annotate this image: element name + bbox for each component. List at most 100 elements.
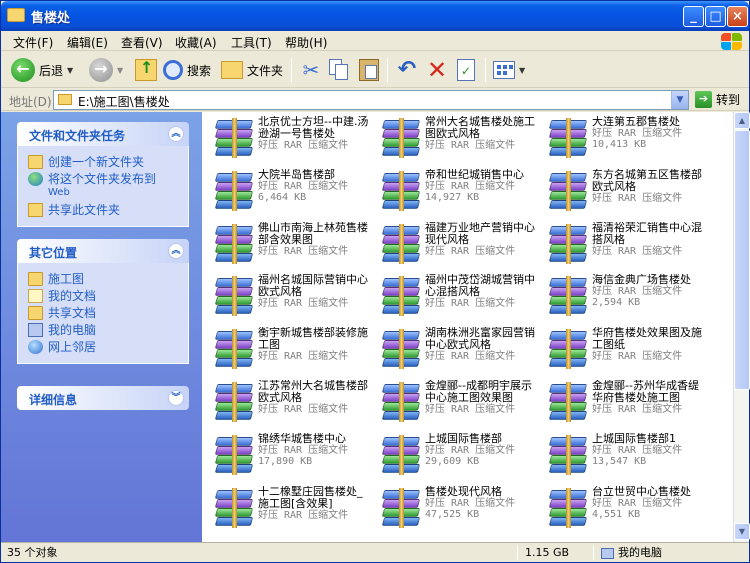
file-size: 14,927 KB	[425, 191, 480, 203]
file-size: 29,609 KB	[425, 455, 480, 467]
explorer-window: 售楼处 _ □ × 文件(F) 编辑(E) 查看(V) 收藏(A) 工具(T) …	[0, 0, 750, 563]
search-button[interactable]: 搜索	[163, 56, 211, 84]
file-item[interactable]: 北京优士方坦--中建.汤逊湖一号售楼处 好压 RAR 压缩文件	[208, 114, 375, 162]
scroll-thumb[interactable]	[734, 130, 750, 390]
details-header[interactable]: 详细信息 ︾	[17, 386, 189, 410]
rar-archive-icon	[546, 118, 590, 158]
place-my-computer[interactable]: 我的电脑	[28, 323, 188, 337]
status-size: 1.15 GB	[525, 546, 570, 559]
file-name: 上城国际售楼部	[425, 432, 502, 445]
file-item[interactable]: 福州名城国际营销中心欧式风格 好压 RAR 压缩文件	[208, 272, 375, 320]
task-new-folder[interactable]: 创建一个新文件夹	[28, 155, 188, 169]
clipboard-icon	[359, 59, 379, 81]
menu-edit[interactable]: 编辑(E)	[67, 34, 108, 51]
file-item[interactable]: 售楼处现代风格 好压 RAR 压缩文件 47,525 KB	[375, 484, 542, 532]
task-share-folder[interactable]: 共享此文件夹	[28, 203, 188, 217]
vertical-scrollbar[interactable]: ▲ ▼	[733, 112, 750, 542]
task-share-label: 共享此文件夹	[48, 203, 121, 217]
file-name: 湖南株洲兆富家园营销中心欧式风格	[425, 327, 535, 352]
file-tasks-header[interactable]: 文件和文件夹任务 ︽	[17, 122, 189, 146]
file-item[interactable]: 上城国际售楼部 好压 RAR 压缩文件 29,609 KB	[375, 431, 542, 479]
file-tasks-panel: 文件和文件夹任务 ︽ 创建一个新文件夹 将这个文件夹发布到 Web 共享此文件夹	[17, 122, 189, 227]
collapse-chevron-icon[interactable]: ︽	[168, 126, 184, 142]
rar-archive-icon	[546, 382, 590, 422]
menu-file[interactable]: 文件(F)	[13, 34, 53, 51]
place-drawings[interactable]: 施工图	[28, 272, 188, 286]
file-size: 6,464 KB	[258, 191, 307, 203]
copy-button[interactable]	[329, 56, 349, 84]
file-type: 好压 RAR 压缩文件	[425, 497, 516, 509]
file-item[interactable]: 佛山市南海上林苑售楼部含效果图 好压 RAR 压缩文件	[208, 220, 375, 268]
forward-button[interactable]: → ▼	[89, 56, 123, 84]
shared-documents-icon	[28, 306, 43, 320]
file-item[interactable]: 华府售楼处效果图及施工图纸 好压 RAR 压缩文件	[542, 325, 709, 373]
expand-chevron-icon[interactable]: ︾	[168, 390, 184, 406]
views-button[interactable]: ▼	[493, 56, 525, 84]
file-item[interactable]: 金煌郦--成都明宇展示中心施工图效果图 好压 RAR 压缩文件	[375, 378, 542, 426]
file-type: 好压 RAR 压缩文件	[592, 192, 683, 204]
file-item[interactable]: 福建万业地产营销中心现代风格 好压 RAR 压缩文件	[375, 220, 542, 268]
place-drawings-label: 施工图	[48, 272, 85, 286]
file-item[interactable]: 大连第五郡售楼处 好压 RAR 压缩文件 10,413 KB	[542, 114, 709, 162]
place-network[interactable]: 网上邻居	[28, 340, 188, 354]
file-item[interactable]: 台立世贸中心售楼处 好压 RAR 压缩文件 4,551 KB	[542, 484, 709, 532]
file-item[interactable]: 江苏常州大名城售楼部欧式风格 好压 RAR 压缩文件	[208, 378, 375, 426]
paste-button[interactable]	[359, 56, 379, 84]
globe-icon	[28, 172, 43, 186]
go-button[interactable]: ➔ 转到	[695, 91, 740, 108]
search-icon	[163, 60, 183, 80]
file-name: 常州大名城售楼处施工图欧式风格	[425, 116, 535, 140]
scroll-up-button[interactable]: ▲	[734, 112, 750, 129]
delete-button[interactable]: ✕	[425, 56, 449, 84]
menu-tools[interactable]: 工具(T)	[231, 34, 272, 51]
file-item[interactable]: 帝和世纪城销售中心 好压 RAR 压缩文件 14,927 KB	[375, 167, 542, 215]
file-type: 好压 RAR 压缩文件	[425, 404, 516, 415]
scroll-down-button[interactable]: ▼	[734, 523, 750, 540]
close-button[interactable]: ×	[727, 6, 748, 27]
file-item[interactable]: 大院半岛售楼部 好压 RAR 压缩文件 6,464 KB	[208, 167, 375, 215]
up-button[interactable]: ↑	[135, 56, 157, 84]
task-publish-web[interactable]: 将这个文件夹发布到 Web	[28, 172, 188, 200]
rar-archive-icon	[212, 170, 256, 211]
address-input[interactable]: E:\施工图\售楼处 ▼	[53, 90, 689, 110]
window-title: 售楼处	[31, 11, 71, 26]
file-item[interactable]: 上城国际售楼部1 好压 RAR 压缩文件 13,547 KB	[542, 431, 709, 479]
place-shared-documents[interactable]: 共享文档	[28, 306, 188, 320]
maximize-button[interactable]: □	[705, 6, 726, 27]
file-type: 好压 RAR 压缩文件	[258, 140, 349, 151]
toolbar-separator	[485, 58, 486, 82]
file-item[interactable]: 常州大名城售楼处施工图欧式风格 好压 RAR 压缩文件	[375, 114, 542, 162]
file-item[interactable]: 福州中茂岱湖城营销中心混搭风格 好压 RAR 压缩文件	[375, 272, 542, 320]
back-button[interactable]: ← 后退 ▼	[11, 56, 73, 84]
file-name: 福州中茂岱湖城营销中心混搭风格	[425, 274, 535, 299]
chevron-down-icon: ▼	[117, 65, 124, 75]
file-item[interactable]: 东方名城第五区售楼部欧式风格 好压 RAR 压缩文件	[542, 167, 709, 215]
menu-view[interactable]: 查看(V)	[121, 34, 163, 51]
file-item[interactable]: 十二橡墅庄园售楼处_施工图[含效果] 好压 RAR 压缩文件	[208, 484, 375, 532]
file-size: 13,547 KB	[592, 455, 647, 467]
address-dropdown-button[interactable]: ▼	[671, 91, 688, 109]
file-item[interactable]: 湖南株洲兆富家园营销中心欧式风格 好压 RAR 压缩文件	[375, 325, 542, 373]
go-label: 转到	[716, 93, 741, 107]
title-bar[interactable]: 售楼处 _ □ ×	[1, 1, 749, 31]
collapse-chevron-icon[interactable]: ︽	[168, 243, 184, 259]
file-item[interactable]: 福清裕荣汇销售中心混搭风格 好压 RAR 压缩文件	[542, 220, 709, 268]
file-item[interactable]: 衡宇新城售楼部装修施工图 好压 RAR 压缩文件	[208, 325, 375, 373]
properties-button[interactable]: ✓	[457, 56, 475, 84]
file-item[interactable]: 金煌郦--苏州华成香缇华府售楼处施工图 好压 RAR 压缩文件	[542, 378, 709, 426]
undo-icon: ↶	[397, 57, 417, 82]
minimize-button[interactable]: _	[683, 6, 704, 27]
file-size: 2,594 KB	[592, 297, 641, 309]
undo-button[interactable]: ↶	[395, 56, 419, 84]
file-item[interactable]: 海信金典广场售楼处 好压 RAR 压缩文件 2,594 KB	[542, 272, 709, 320]
file-type: 好压 RAR 压缩文件	[592, 351, 683, 363]
menu-favorites[interactable]: 收藏(A)	[175, 34, 217, 51]
folders-button[interactable]: 文件夹	[221, 56, 283, 84]
file-type: 好压 RAR 压缩文件	[592, 286, 683, 298]
menu-help[interactable]: 帮助(H)	[285, 34, 327, 51]
cut-button[interactable]: ✂	[299, 56, 323, 84]
file-item[interactable]: 锦绣华城售楼中心 好压 RAR 压缩文件 17,890 KB	[208, 431, 375, 479]
place-my-documents[interactable]: 我的文档	[28, 289, 188, 303]
other-places-header[interactable]: 其它位置 ︽	[17, 239, 189, 263]
rar-archive-icon	[379, 170, 423, 211]
